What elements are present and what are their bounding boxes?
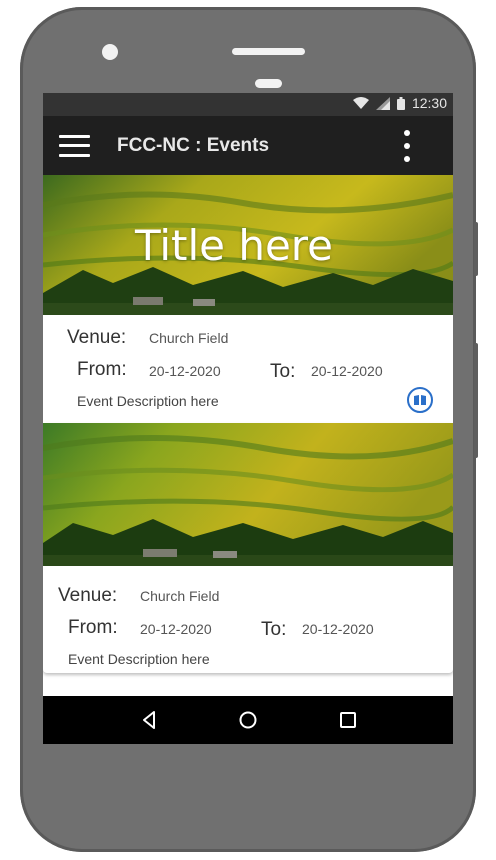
back-icon[interactable] <box>137 708 161 732</box>
venue-value: Church Field <box>140 588 220 604</box>
event-card[interactable]: Title here Venue: Church Field From: 20-… <box>43 175 453 422</box>
to-date: 20-12-2020 <box>311 363 383 379</box>
screen: 12:30 FCC-NC : Events Title here Venue: … <box>43 93 453 744</box>
volume-button <box>474 222 478 276</box>
from-label: From: <box>68 617 118 638</box>
from-date: 20-12-2020 <box>140 621 212 637</box>
system-nav-bar <box>43 696 453 744</box>
hamburger-menu-icon[interactable] <box>59 135 90 157</box>
battery-icon <box>396 96 405 110</box>
from-date: 20-12-2020 <box>149 363 221 379</box>
app-bar: FCC-NC : Events <box>43 116 453 175</box>
to-label: To: <box>261 619 287 640</box>
proximity-sensor <box>255 79 282 88</box>
from-label: From: <box>77 359 127 380</box>
venue-label: Venue: <box>58 585 118 606</box>
event-description: Event Description here <box>68 651 210 667</box>
to-date: 20-12-2020 <box>302 621 374 637</box>
status-bar: 12:30 <box>43 93 453 116</box>
book-icon[interactable] <box>407 387 433 413</box>
front-camera <box>102 44 118 60</box>
event-card[interactable]: Venue: Church Field From: 20-12-2020 To:… <box>43 423 453 673</box>
home-icon[interactable] <box>236 708 260 732</box>
events-list[interactable]: Title here Venue: Church Field From: 20-… <box>43 175 453 744</box>
to-label: To: <box>270 361 296 382</box>
power-button <box>474 343 478 458</box>
venue-value: Church Field <box>149 330 229 346</box>
event-description: Event Description here <box>77 393 219 409</box>
app-title: FCC-NC : Events <box>117 135 270 156</box>
status-time: 12:30 <box>411 95 447 111</box>
recents-icon[interactable] <box>336 708 360 732</box>
wifi-icon <box>352 96 369 109</box>
signal-icon <box>375 96 390 110</box>
event-title: Title here <box>134 221 333 270</box>
venue-label: Venue: <box>67 327 127 348</box>
earpiece-speaker <box>232 48 305 55</box>
more-vert-icon[interactable] <box>401 130 413 162</box>
event-image <box>43 423 453 566</box>
